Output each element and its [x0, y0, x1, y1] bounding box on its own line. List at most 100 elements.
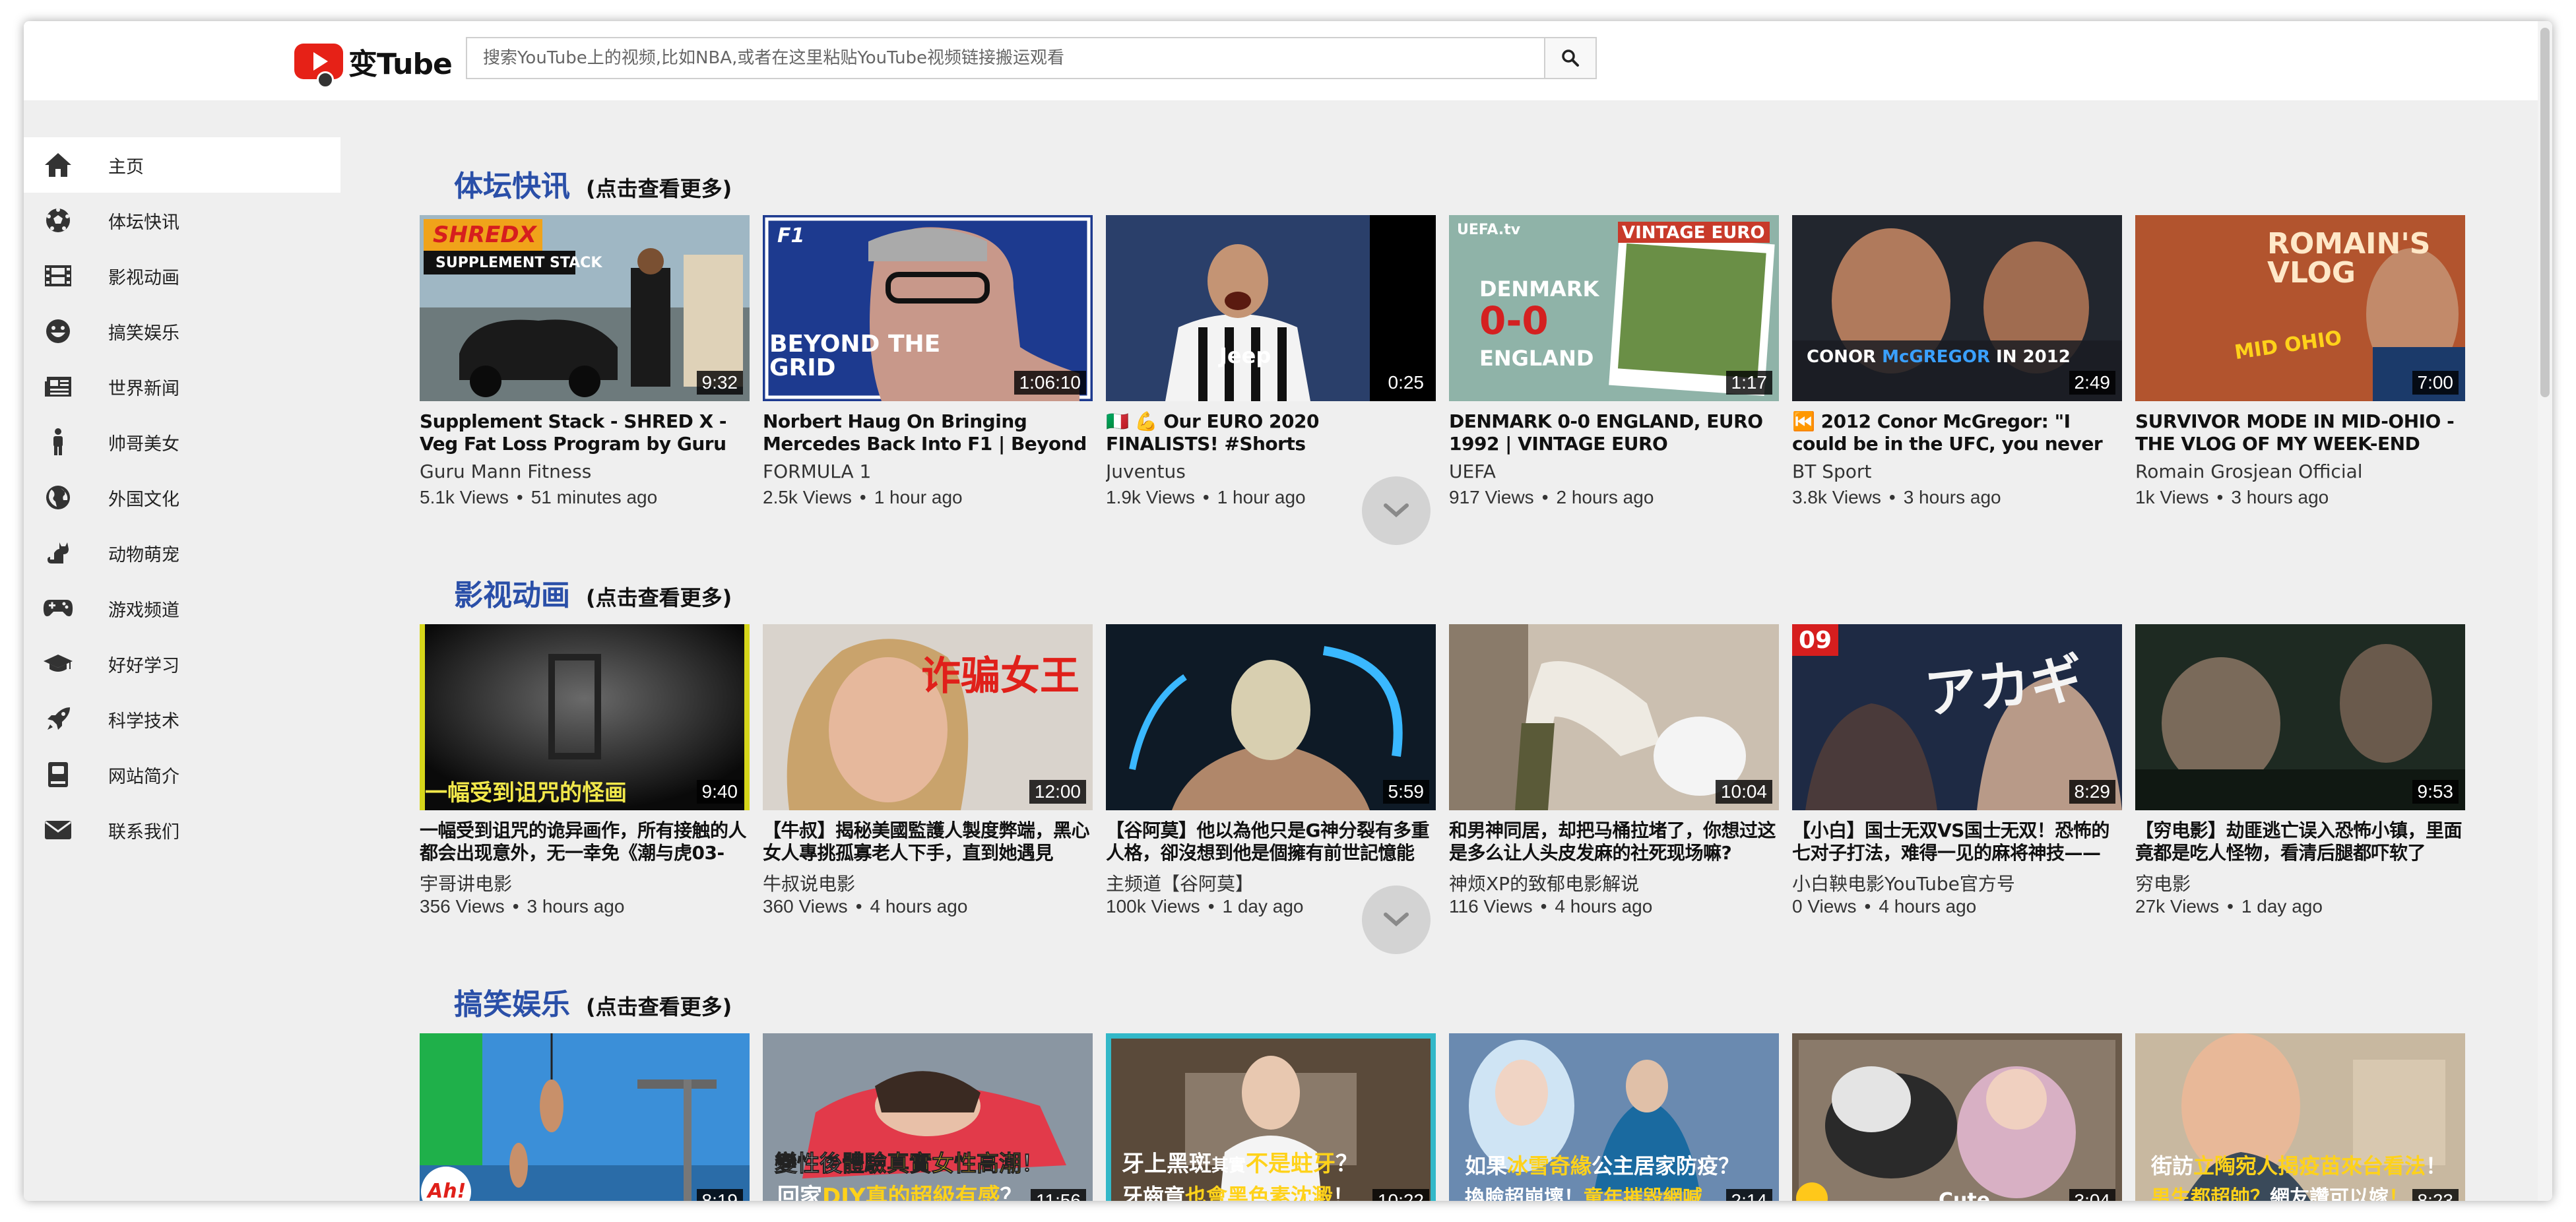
video-card[interactable]: UEFA.tv VINTAGE EURO DENMARK 0-0 ENGLAND 1…	[1449, 215, 1779, 508]
video-channel[interactable]: FORMULA 1	[763, 461, 1093, 484]
video-title[interactable]: 🇮🇹 💪 Our EURO 2020 FINALISTS! #Shorts	[1106, 410, 1436, 455]
sidebar-item-games[interactable]: 游戏频道	[24, 581, 340, 636]
video-title[interactable]: 【穷电影】劫匪逃亡误入恐怖小镇，里面竟都是吃人怪物，看清后腿都吓软了	[2135, 820, 2465, 864]
video-duration: 5:59	[1382, 780, 1429, 804]
video-card[interactable]: 街訪立陶宛人揭疫苗來台看法！ 男生都超帥？網友讚可以嫁！ 8:23	[2135, 1033, 2465, 1201]
upload-age: 4 hours ago	[1555, 896, 1653, 917]
view-count: 360 Views	[763, 896, 848, 917]
section-header-funny[interactable]: 搞笑娱乐 (点击查看更多)	[454, 981, 732, 1023]
sidebar-item-about[interactable]: 网站简介	[24, 747, 340, 802]
video-thumbnail[interactable]: 10:04	[1449, 624, 1779, 810]
video-title[interactable]: 一幅受到诅咒的诡异画作，所有接触的人都会出现意外，无一幸免《潮与虎03-	[420, 820, 750, 864]
video-card[interactable]: 09 アカギ 8:29 【小白】国士无双VS国士无双！恐怖的七对子打法，难得一见…	[1792, 624, 2122, 917]
video-thumbnail[interactable]: 變性後體驗真實女性高潮！ 回家DIY真的超級有感？ 11:56	[763, 1033, 1093, 1201]
search-button[interactable]	[1544, 37, 1597, 79]
video-thumbnail[interactable]: F1 BEYOND THE GRID 1:06:10	[763, 215, 1093, 401]
sidebar-item-news[interactable]: 世界新闻	[24, 359, 340, 414]
video-thumbnail[interactable]: Jeep 0:25	[1106, 215, 1436, 401]
sidebar-item-movies[interactable]: 影视动画	[24, 248, 340, 304]
section-more-link[interactable]: (点击查看更多)	[586, 172, 732, 203]
meta-separator: •	[1864, 896, 1871, 917]
video-channel[interactable]: UEFA	[1449, 461, 1779, 484]
video-channel[interactable]: 宇哥讲电影	[420, 870, 750, 893]
video-channel[interactable]: 牛叔说电影	[763, 870, 1093, 893]
video-card[interactable]: 一幅受到诅咒的怪画 9:40 一幅受到诅咒的诡异画作，所有接触的人都会出现意外，…	[420, 624, 750, 917]
video-card[interactable]: F1 BEYOND THE GRID 1:06:10 Norbert Haug O…	[763, 215, 1093, 508]
video-card[interactable]: 诈骗女王 12:00 【牛叔】揭秘美國監護人製度弊端，黑心女人專挑孤寡老人下手，…	[763, 624, 1093, 917]
video-thumbnail[interactable]: Cute 3:04	[1792, 1033, 2122, 1201]
video-thumbnail[interactable]: ROMAIN'S VLOG MID OHIO 7:00	[2135, 215, 2465, 401]
upload-age: 2 hours ago	[1556, 487, 1654, 507]
video-thumbnail[interactable]: 一幅受到诅咒的怪画 9:40	[420, 624, 750, 810]
video-thumbnail[interactable]: 街訪立陶宛人揭疫苗來台看法！ 男生都超帥？網友讚可以嫁！ 8:23	[2135, 1033, 2465, 1201]
video-title[interactable]: Norbert Haug On Bringing Mercedes Back I…	[763, 410, 1093, 455]
video-thumbnail[interactable]: 如果冰雪奇緣公主居家防疫？ 換臉超崩壞！童年摧毀網喊 2:14	[1449, 1033, 1779, 1201]
video-thumbnail[interactable]: 09 アカギ 8:29	[1792, 624, 2122, 810]
site-logo[interactable]: 变Tube	[294, 38, 453, 88]
sidebar-item-pets[interactable]: 动物萌宠	[24, 525, 340, 581]
video-card[interactable]: 5:59 【谷阿莫】他以為他只是G神分裂有多重人格，卻沒想到他是個擁有前世記憶能…	[1106, 624, 1436, 917]
thumbnail-overlay-text: 變性後體驗真實女性高潮！	[775, 1151, 1045, 1178]
video-card[interactable]: CONOR McGREGOR IN 2012 2:49 ⏮️ 2012 Cono…	[1792, 215, 2122, 508]
gamepad-icon	[42, 593, 74, 624]
video-card[interactable]: ROMAIN'S VLOG MID OHIO 7:00 SURVIVOR MODE…	[2135, 215, 2465, 508]
video-channel[interactable]: Guru Mann Fitness	[420, 461, 750, 484]
video-channel[interactable]: BT Sport	[1792, 461, 2122, 484]
video-card[interactable]: Jeep 0:25 🇮🇹 💪 Our EURO 2020 FINALISTS! …	[1106, 215, 1436, 508]
view-count: 5.1k Views	[420, 487, 509, 507]
video-thumbnail[interactable]: Ah! 8:19	[420, 1033, 750, 1201]
video-thumbnail[interactable]: 牙上黑斑其實不是蛀牙？ 牙齒竟也會黑色素沈澱！ 10:22	[1106, 1033, 1436, 1201]
video-channel[interactable]: Romain Grosjean Official	[2135, 461, 2465, 484]
video-title[interactable]: ⏮️ 2012 Conor McGregor: "I could be in t…	[1792, 410, 2122, 455]
video-thumbnail[interactable]: 9:53	[2135, 624, 2465, 810]
video-duration: 9:32	[696, 371, 743, 395]
video-card[interactable]: 9:53 【穷电影】劫匪逃亡误入恐怖小镇，里面竟都是吃人怪物，看清后腿都吓软了 …	[2135, 624, 2465, 917]
video-card[interactable]: Ah! 8:19	[420, 1033, 750, 1201]
video-card[interactable]: SHREDX SUPPLEMENT STACK 9:32 Supplement …	[420, 215, 750, 508]
video-title[interactable]: 【牛叔】揭秘美國監護人製度弊端，黑心女人專挑孤寡老人下手，直到她遇見	[763, 820, 1093, 864]
sidebar-item-study[interactable]: 好好学习	[24, 636, 340, 691]
video-channel[interactable]: 穷电影	[2135, 870, 2465, 893]
expand-section-button[interactable]	[1362, 885, 1431, 954]
thumbnail-overlay-text: Cute	[1939, 1189, 1991, 1201]
video-thumbnail[interactable]: SHREDX SUPPLEMENT STACK 9:32	[420, 215, 750, 401]
sidebar-item-sports[interactable]: 体坛快讯	[24, 193, 340, 248]
video-title[interactable]: 【谷阿莫】他以為他只是G神分裂有多重人格，卻沒想到他是個擁有前世記憶能	[1106, 820, 1436, 864]
section-header-movies[interactable]: 影视动画 (点击查看更多)	[454, 571, 732, 614]
thumbnail-overlay-text: Jeep	[1219, 343, 1272, 368]
section-more-link[interactable]: (点击查看更多)	[586, 581, 732, 612]
video-title[interactable]: 和男神同居，却把马桶拉堵了，你想过这是多么让人头皮发麻的社死现场嘛?	[1449, 820, 1779, 864]
video-card[interactable]: 變性後體驗真實女性高潮！ 回家DIY真的超級有感？ 11:56	[763, 1033, 1093, 1201]
meta-separator: •	[1202, 487, 1209, 507]
sidebar-item-label: 动物萌宠	[108, 544, 179, 565]
sidebar-item-contact[interactable]: 联系我们	[24, 802, 340, 858]
video-thumbnail[interactable]: CONOR McGREGOR IN 2012 2:49	[1792, 215, 2122, 401]
video-card[interactable]: 如果冰雪奇緣公主居家防疫？ 換臉超崩壞！童年摧毀網喊 2:14	[1449, 1033, 1779, 1201]
sidebar-item-label: 影视动画	[108, 267, 179, 288]
scrollbar-thumb[interactable]	[2540, 28, 2550, 397]
video-thumbnail[interactable]: 5:59	[1106, 624, 1436, 810]
search-input[interactable]	[466, 37, 1545, 79]
section-header-sports[interactable]: 体坛快讯 (点击查看更多)	[454, 162, 732, 205]
video-channel[interactable]: 神烦XP的致郁电影解说	[1449, 870, 1779, 893]
sidebar-item-funny[interactable]: 搞笑娱乐	[24, 304, 340, 359]
video-card[interactable]: 10:04 和男神同居，却把马桶拉堵了，你想过这是多么让人头皮发麻的社死现场嘛?…	[1449, 624, 1779, 917]
video-title[interactable]: Supplement Stack - SHRED X - Veg Fat Los…	[420, 410, 750, 455]
view-count: 1.9k Views	[1106, 487, 1195, 507]
sidebar-item-culture[interactable]: 外国文化	[24, 470, 340, 525]
video-card[interactable]: 牙上黑斑其實不是蛀牙？ 牙齒竟也會黑色素沈澱！ 10:22	[1106, 1033, 1436, 1201]
video-channel[interactable]: 小白鞅电影YouTube官方号	[1792, 870, 2122, 893]
video-title[interactable]: SURVIVOR MODE IN MID-OHIO - THE VLOG OF …	[2135, 410, 2465, 455]
section-more-link[interactable]: (点击查看更多)	[586, 990, 732, 1021]
sidebar-item-science[interactable]: 科学技术	[24, 691, 340, 747]
video-thumbnail[interactable]: 诈骗女王 12:00	[763, 624, 1093, 810]
expand-section-button[interactable]	[1362, 476, 1431, 545]
sidebar-item-label: 网站简介	[108, 766, 179, 787]
sidebar-item-home[interactable]: 主页	[24, 137, 340, 193]
video-card[interactable]: Cute 3:04	[1792, 1033, 2122, 1201]
video-thumbnail[interactable]: UEFA.tv VINTAGE EURO DENMARK 0-0 ENGLAND 1…	[1449, 215, 1779, 401]
video-title[interactable]: 【小白】国士无双VS国士无双！恐怖的七对子打法，难得一见的麻将神技——	[1792, 820, 2122, 864]
video-title[interactable]: DENMARK 0-0 ENGLAND, EURO 1992 | VINTAGE…	[1449, 410, 1779, 455]
view-count: 1k Views	[2135, 487, 2209, 507]
sidebar-item-people[interactable]: 帅哥美女	[24, 414, 340, 470]
